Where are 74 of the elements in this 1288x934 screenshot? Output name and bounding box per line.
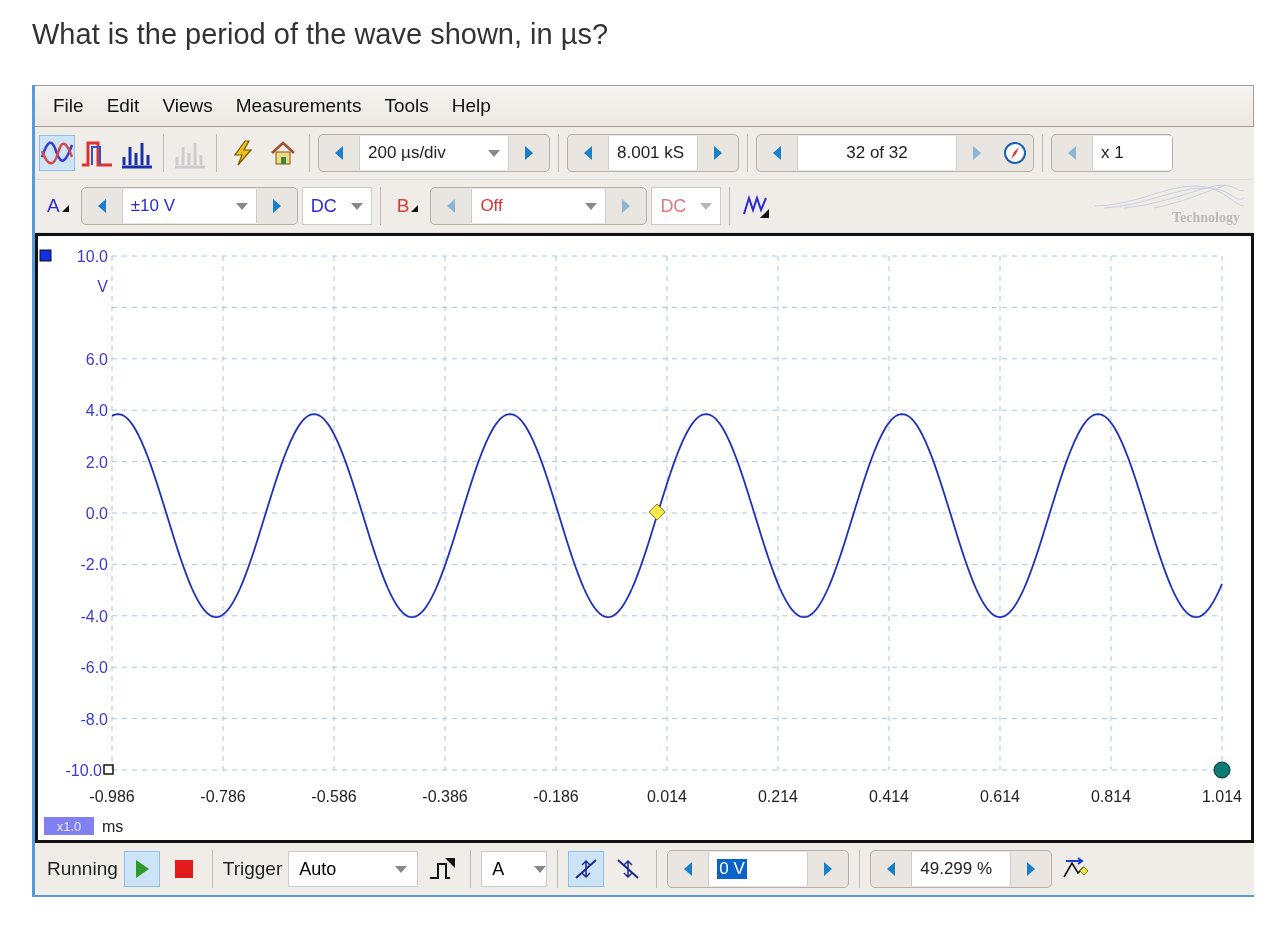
threshold-field[interactable]: 0 V <box>708 852 809 886</box>
scope-mode-button[interactable] <box>39 135 75 171</box>
axis-label: 4.0 <box>85 402 108 420</box>
pretrigger-field[interactable]: 49.299 % <box>911 852 1012 886</box>
channel-marker[interactable] <box>39 249 52 262</box>
axis-label: 0.614 <box>980 788 1020 805</box>
channel-label[interactable]: B <box>388 195 427 217</box>
left-triangle-icon <box>772 145 782 161</box>
menu-item[interactable]: Views <box>162 95 213 117</box>
axis-label: 0.414 <box>869 788 909 805</box>
axis-unit: ms <box>102 818 124 835</box>
right-triangle-icon <box>271 198 282 214</box>
axis-label: -0.986 <box>89 788 135 805</box>
axis-label: -0.186 <box>533 788 579 805</box>
status-text: Running <box>47 858 118 880</box>
right-triangle-icon <box>1026 861 1037 877</box>
axis-label: 0.214 <box>758 788 798 805</box>
axis-label: -8.0 <box>80 710 108 728</box>
run-button[interactable] <box>123 851 160 887</box>
axis-label: 6.0 <box>85 350 108 368</box>
left-triangle-icon <box>683 861 694 877</box>
zoom-field[interactable]: x 1 <box>1092 136 1172 170</box>
pulse-icon <box>428 856 457 882</box>
axis-unit: V <box>97 278 108 295</box>
axis-label: 10.0 <box>76 248 108 265</box>
trigger-mode-dropdown[interactable]: Auto <box>288 851 419 887</box>
trigger-label: Trigger <box>222 858 283 880</box>
left-triangle-icon <box>583 145 593 161</box>
menu-item[interactable]: Edit <box>106 95 140 117</box>
axis-label: -10.0 <box>65 762 102 779</box>
zoom-badge <box>44 817 94 835</box>
axis-label: 1.014 <box>1202 788 1242 805</box>
range-dropdown[interactable]: ±10 V <box>121 189 257 223</box>
compass-icon <box>1003 141 1027 165</box>
ruler-handle[interactable] <box>1213 761 1231 779</box>
range-dropdown[interactable]: Off <box>471 189 607 223</box>
right-triangle-icon <box>621 198 632 214</box>
buffer-field[interactable]: 32 of 32 <box>797 136 957 170</box>
right-triangle-icon <box>972 145 982 161</box>
axis-label: -4.0 <box>80 607 108 625</box>
menu-item[interactable]: Help <box>451 95 491 117</box>
axis-label: -2.0 <box>80 556 108 574</box>
trigger-marker[interactable] <box>648 503 666 521</box>
menu-item[interactable]: Measurements <box>235 95 362 117</box>
axis-label: -0.586 <box>311 788 357 805</box>
left-triangle-icon <box>886 861 897 877</box>
right-triangle-icon <box>823 861 834 877</box>
axis-label: 0.014 <box>647 788 687 805</box>
menu-item[interactable]: Tools <box>384 95 429 117</box>
left-triangle-icon <box>334 145 344 161</box>
axis-label: -0.386 <box>422 788 468 805</box>
stop-icon <box>174 860 193 878</box>
timebase-dropdown[interactable]: 200 µs/div <box>359 136 509 170</box>
left-triangle-icon <box>446 198 457 214</box>
menu-item[interactable]: File <box>53 95 84 117</box>
zoom-label: x1.0 <box>56 819 82 834</box>
axis-label: -0.786 <box>200 788 246 805</box>
home-icon <box>269 139 297 167</box>
offset-marker[interactable] <box>103 764 114 775</box>
axis-label: -6.0 <box>80 659 108 677</box>
right-triangle-icon <box>713 145 723 161</box>
play-icon <box>133 859 150 879</box>
question-text: What is the period of the wave shown, in µs? <box>31 17 610 52</box>
left-triangle-icon <box>96 198 107 214</box>
samples-field[interactable]: 8.001 kS <box>608 136 698 170</box>
left-triangle-icon <box>1067 145 1077 161</box>
trigger-channel-dropdown[interactable]: A <box>481 851 548 887</box>
channel-label[interactable]: A <box>39 195 77 217</box>
axis-label: 0.0 <box>85 505 108 522</box>
axis-label: 0.814 <box>1091 788 1131 805</box>
axis-label: 2.0 <box>85 453 108 471</box>
right-triangle-icon <box>524 145 534 161</box>
rising-edge-button[interactable] <box>568 851 605 887</box>
coupling-dropdown[interactable]: DC <box>301 187 372 225</box>
